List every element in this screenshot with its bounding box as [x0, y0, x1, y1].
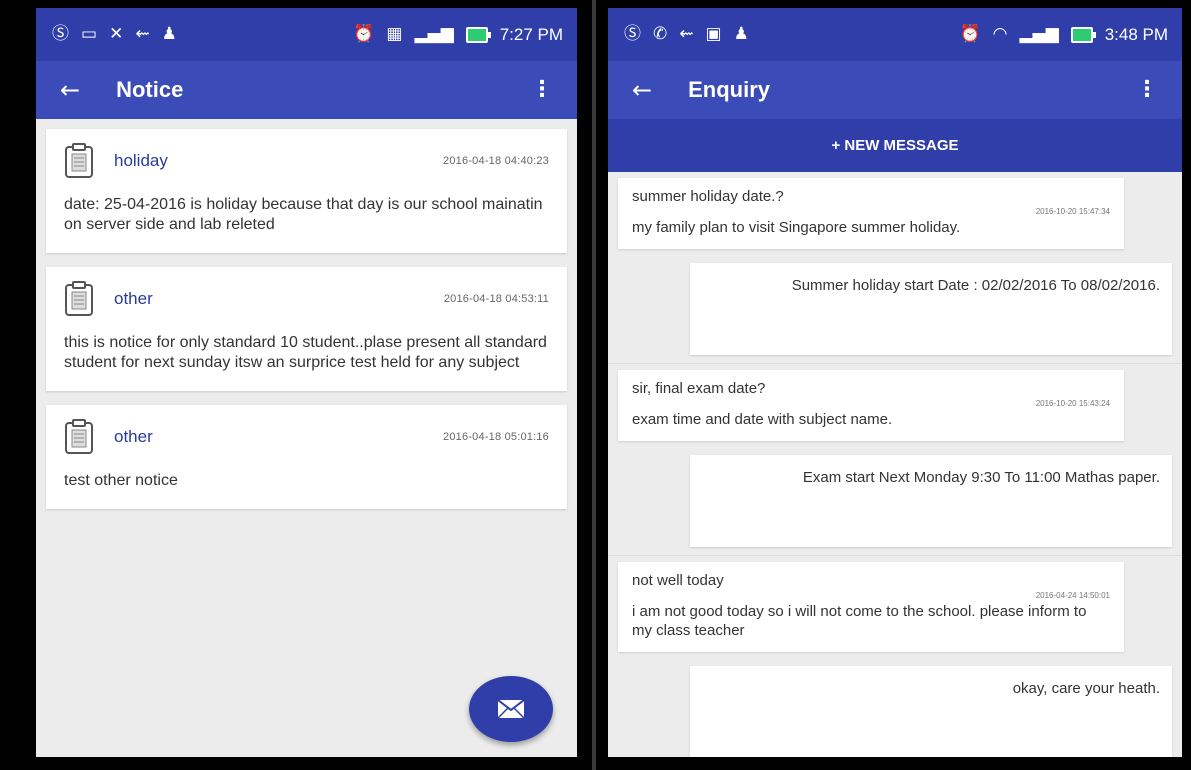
reply-bubble: Exam start Next Monday 9:30 To 11:00 Mat…: [690, 455, 1172, 547]
status-time: 3:48 PM: [1104, 24, 1168, 44]
android-icon: ♟: [161, 24, 177, 44]
question-body: i am not good today so i will not come t…: [632, 603, 1087, 639]
skype-icon: Ⓢ: [624, 24, 641, 44]
reply-bubble: okay, care your heath.: [690, 666, 1172, 757]
notice-body: date: 25-04-2016 is holiday because that…: [64, 196, 543, 233]
question-body: exam time and date with subject name.: [632, 411, 893, 428]
overflow-menu-icon[interactable]: ⋮: [1128, 79, 1166, 101]
notice-body: this is notice for only standard 10 stud…: [64, 334, 547, 371]
reply-bubble: Summer holiday start Date : 02/02/2016 T…: [690, 263, 1172, 355]
notice-date: 2016-04-18 05:01:16: [443, 431, 549, 443]
notice-type: other: [114, 289, 153, 308]
enquiry-thread: sir, final exam date? 2016-10-20 15:43:2…: [608, 370, 1182, 556]
question-subject: not well today: [632, 572, 724, 589]
network-icon: ▦: [386, 24, 403, 44]
question-subject: sir, final exam date?: [632, 380, 766, 397]
gallery-icon: ▣: [705, 24, 722, 44]
notice-screen: Ⓢ ▭ ✕ ⇜ ♟ ⏰ ▦ ▂▄▆ 7:27 PM ← Notice ⋮ hol…: [36, 8, 577, 757]
alarm-icon: ⏰: [959, 24, 981, 44]
whatsapp-icon: ✆: [653, 24, 668, 44]
signal-icon: ▂▄▆: [1019, 24, 1059, 44]
usb-icon: ⇜: [679, 24, 694, 44]
battery-icon: [1070, 26, 1096, 43]
compose-mail-button[interactable]: [469, 676, 553, 742]
enquiry-thread-list: summer holiday date.? 2016-10-20 15:47:3…: [608, 172, 1182, 757]
notice-card[interactable]: other 2016-04-18 04:53:11 this is notice…: [46, 267, 567, 391]
alarm-icon: ⏰: [353, 24, 375, 44]
notice-date: 2016-04-18 04:53:11: [443, 293, 549, 305]
question-date: 2016-10-20 15:43:24: [1035, 399, 1110, 408]
mail-icon: [498, 700, 524, 718]
notice-type: holiday: [114, 151, 168, 170]
question-date: 2016-04-24 14:50:01: [1035, 591, 1110, 600]
new-message-button[interactable]: + NEW MESSAGE: [608, 119, 1182, 172]
missed-call-icon: ✕: [109, 24, 124, 44]
app-bar: ← Notice ⋮: [36, 61, 577, 119]
battery-icon: [465, 26, 491, 43]
question-date: 2016-10-20 15:47:34: [1035, 207, 1110, 216]
clipboard-icon: [65, 419, 93, 454]
status-time: 7:27 PM: [499, 24, 563, 44]
app-bar: ← Enquiry ⋮: [608, 61, 1182, 119]
usb-icon: ⇜: [135, 24, 150, 44]
clipboard-icon: [65, 281, 93, 316]
back-arrow-icon[interactable]: ←: [632, 78, 652, 102]
enquiry-screen: Ⓢ ✆ ⇜ ▣ ♟ ⏰ ◠ ▂▄▆ 3:48 PM ← Enquiry ⋮ + …: [608, 8, 1182, 757]
notice-card[interactable]: other 2016-04-18 05:01:16 test other not…: [46, 405, 567, 509]
overflow-menu-icon[interactable]: ⋮: [523, 79, 561, 101]
signal-icon: ▂▄▆: [414, 24, 454, 44]
question-subject: summer holiday date.?: [632, 188, 784, 205]
status-bar: Ⓢ ▭ ✕ ⇜ ♟ ⏰ ▦ ▂▄▆ 7:27 PM: [36, 8, 577, 61]
page-title: Notice: [116, 77, 184, 102]
notice-date: 2016-04-18 04:40:23: [443, 155, 549, 167]
notice-type: other: [114, 427, 153, 446]
notice-card[interactable]: holiday 2016-04-18 04:40:23 date: 25-04-…: [46, 129, 567, 253]
notice-body: test other notice: [64, 472, 178, 489]
screen-icon: ▭: [81, 24, 98, 44]
question-bubble[interactable]: not well today 2016-04-24 14:50:01 i am …: [618, 562, 1124, 652]
clipboard-icon: [65, 143, 93, 178]
notice-list: holiday 2016-04-18 04:40:23 date: 25-04-…: [36, 119, 577, 509]
wifi-icon: ◠: [992, 24, 1008, 44]
skype-icon: Ⓢ: [52, 24, 69, 44]
device-divider: [592, 0, 596, 770]
question-bubble[interactable]: summer holiday date.? 2016-10-20 15:47:3…: [618, 178, 1124, 249]
question-body: my family plan to visit Singapore summer…: [632, 219, 961, 236]
question-bubble[interactable]: sir, final exam date? 2016-10-20 15:43:2…: [618, 370, 1124, 441]
page-title: Enquiry: [688, 77, 771, 102]
android-icon: ♟: [733, 24, 749, 44]
back-arrow-icon[interactable]: ←: [60, 78, 80, 102]
enquiry-thread: not well today 2016-04-24 14:50:01 i am …: [608, 562, 1182, 757]
enquiry-thread: summer holiday date.? 2016-10-20 15:47:3…: [608, 178, 1182, 364]
status-bar: Ⓢ ✆ ⇜ ▣ ♟ ⏰ ◠ ▂▄▆ 3:48 PM: [608, 8, 1182, 61]
